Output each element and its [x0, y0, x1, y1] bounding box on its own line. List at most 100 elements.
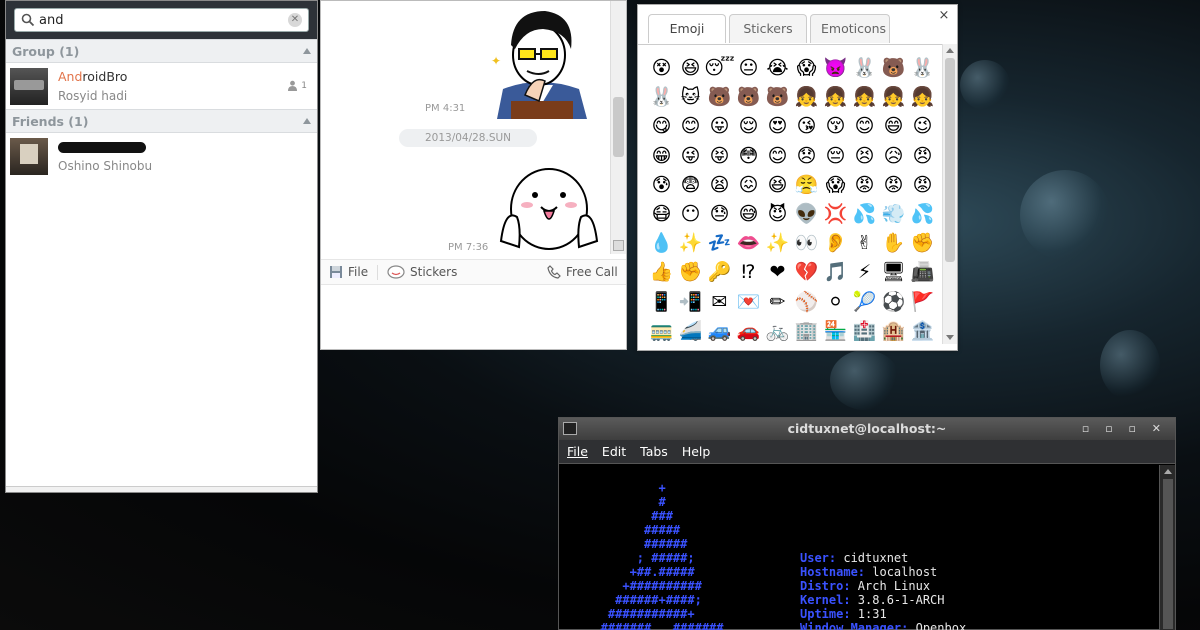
emoji-item[interactable]: 😠 — [908, 142, 937, 171]
emoji-item[interactable]: 😡 — [908, 171, 937, 200]
emoji-item[interactable]: 😘 — [792, 112, 821, 141]
emoji-item[interactable]: 😷 — [647, 200, 676, 229]
emoji-item[interactable]: 🏥 — [850, 317, 879, 344]
group-item[interactable]: AndroidBro Rosyid hadi 1 — [6, 63, 317, 109]
scrollbar-thumb[interactable] — [1163, 479, 1173, 629]
emoji-item[interactable]: 😔 — [821, 142, 850, 171]
emoji-item[interactable]: 😉 — [908, 112, 937, 141]
emoji-item[interactable]: 😡 — [879, 171, 908, 200]
emoji-item[interactable]: 😴 — [704, 54, 734, 83]
emoji-item[interactable]: 👧 — [792, 83, 821, 112]
clear-search-icon[interactable]: ✕ — [288, 13, 302, 27]
sticker-man-glasses[interactable]: ✦ — [489, 5, 593, 119]
emoji-item[interactable]: 💧 — [647, 229, 676, 258]
picker-scrollbar[interactable] — [942, 44, 957, 344]
emoji-item[interactable]: 😌 — [734, 112, 763, 141]
emoji-item[interactable]: ⁉ — [734, 258, 763, 287]
emoji-item[interactable]: 🚙 — [705, 317, 734, 344]
emoji-item[interactable]: ⚪ — [821, 288, 850, 317]
emoji-item[interactable]: ✌ — [850, 229, 879, 258]
emoji-item[interactable]: 🎾 — [850, 288, 879, 317]
terminal-window-icon[interactable] — [563, 422, 577, 435]
emoji-item[interactable]: ✋ — [879, 229, 908, 258]
emoji-item[interactable]: 👧 — [879, 83, 908, 112]
emoji-item[interactable]: 🚃 — [647, 317, 676, 344]
emoji-item[interactable]: 😛 — [705, 112, 734, 141]
emoji-item[interactable]: 😋 — [647, 112, 676, 141]
emoji-item[interactable]: 😞 — [792, 142, 821, 171]
emoji-item[interactable]: ✨ — [676, 229, 705, 258]
emoji-item[interactable]: 😵 — [647, 54, 676, 83]
emoji-item[interactable]: 🐱 — [676, 83, 705, 112]
collapse-caret-icon[interactable] — [303, 48, 311, 54]
emoji-item[interactable]: 🔑 — [705, 258, 734, 287]
terminal-scrollbar[interactable] — [1159, 465, 1175, 630]
emoji-item[interactable]: 🐻 — [879, 54, 908, 83]
stickers-button[interactable]: Stickers — [387, 265, 457, 279]
emoji-item[interactable]: 👍 — [647, 258, 676, 287]
emoji-item[interactable]: 😖 — [734, 171, 763, 200]
emoji-item[interactable]: 😝 — [705, 142, 734, 171]
emoji-item[interactable]: 📲 — [676, 288, 705, 317]
emoji-item[interactable]: 💢 — [821, 200, 850, 229]
emoji-item[interactable]: 💨 — [879, 200, 908, 229]
emoji-item[interactable]: 📠 — [908, 258, 937, 287]
emoji-item[interactable]: 🎵 — [821, 258, 850, 287]
emoji-item[interactable]: 😤 — [792, 171, 821, 200]
emoji-item[interactable]: 🐰 — [908, 54, 937, 83]
emoji-item[interactable]: 😅 — [734, 200, 763, 229]
emoji-item[interactable]: ✏ — [763, 288, 792, 317]
emoji-item[interactable]: 🚗 — [734, 317, 763, 344]
emoji-item[interactable]: 😐 — [734, 54, 763, 83]
emoji-item[interactable]: 😨 — [676, 171, 705, 200]
emoji-item[interactable]: ⚽ — [879, 288, 908, 317]
emoji-item[interactable]: 🐰 — [647, 83, 676, 112]
emoji-item[interactable]: ✨ — [763, 229, 792, 258]
emoji-item[interactable]: 🚲 — [763, 317, 792, 344]
emoji-item[interactable]: 🐻 — [734, 83, 763, 112]
emoji-item[interactable]: 😣 — [850, 142, 879, 171]
emoji-item[interactable]: 👽 — [792, 200, 821, 229]
emoji-item[interactable]: 😰 — [647, 171, 676, 200]
collapse-caret-icon[interactable] — [303, 118, 311, 124]
menu-edit[interactable]: Edit — [602, 444, 626, 459]
emoji-item[interactable]: 😆 — [676, 54, 705, 83]
emoji-item[interactable]: 👧 — [908, 83, 937, 112]
search-input[interactable] — [39, 11, 279, 29]
emoji-item[interactable]: ✉ — [705, 288, 734, 317]
tab-emoji[interactable]: Emoji — [648, 14, 726, 43]
window-controls[interactable]: ▫ ▫ ▫ ✕ — [1082, 418, 1167, 440]
emoji-item[interactable]: 👧 — [850, 83, 879, 112]
emoji-item[interactable]: 😆 — [763, 171, 792, 200]
emoji-item[interactable]: 😶 — [676, 200, 705, 229]
emoji-item[interactable]: 🚄 — [676, 317, 705, 344]
emoji-item[interactable]: ⚡ — [850, 258, 879, 287]
tab-emoticons[interactable]: Emoticons — [810, 14, 890, 43]
scroll-down-arrow-icon[interactable] — [946, 335, 954, 340]
emoji-item[interactable]: 😁 — [647, 142, 676, 171]
emoji-item[interactable]: 😊 — [850, 112, 879, 141]
scroll-up-arrow-icon[interactable] — [1164, 469, 1172, 474]
menu-help[interactable]: Help — [682, 444, 711, 459]
emoji-item[interactable]: 😥 — [879, 142, 908, 171]
emoji-item[interactable]: 😓 — [705, 200, 734, 229]
emoji-item[interactable]: 🖥 — [879, 258, 908, 287]
chat-scrollbar[interactable] — [610, 1, 626, 254]
emoji-item[interactable]: 🏪 — [821, 317, 850, 344]
scrollbar-thumb[interactable] — [613, 97, 624, 157]
friends-section-header[interactable]: Friends (1) — [6, 109, 317, 133]
emoji-item[interactable]: 🐻 — [705, 83, 734, 112]
emoji-item[interactable]: 💌 — [734, 288, 763, 317]
emoji-item[interactable]: 📱 — [647, 288, 676, 317]
scroll-up-arrow-icon[interactable] — [946, 48, 954, 53]
emoji-item[interactable]: 😳 — [734, 142, 763, 171]
emoji-item[interactable]: 😜 — [676, 142, 705, 171]
emoji-item[interactable]: 👧 — [821, 83, 850, 112]
emoji-item[interactable]: ❤ — [763, 258, 792, 287]
message-input[interactable] — [321, 286, 626, 348]
emoji-item[interactable]: 😊 — [763, 142, 792, 171]
emoji-item[interactable]: 🏢 — [792, 317, 821, 344]
emoji-item[interactable]: 😭 — [763, 54, 792, 83]
emoji-item[interactable]: 😄 — [879, 112, 908, 141]
emoji-item[interactable]: 💦 — [908, 200, 937, 229]
